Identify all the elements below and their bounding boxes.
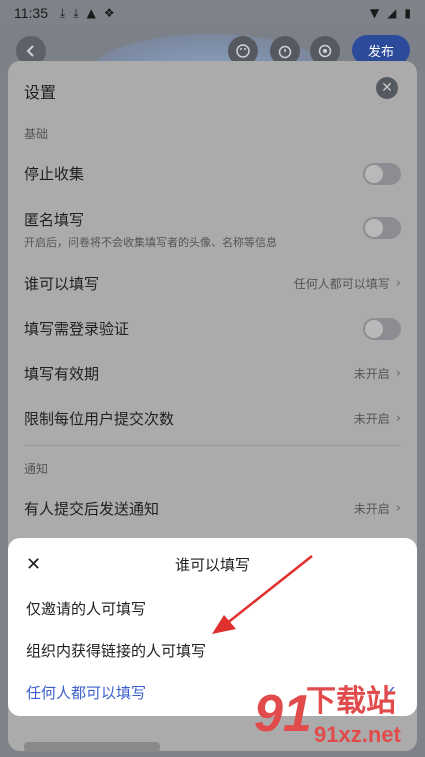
gear-icon: [318, 44, 332, 58]
option-anyone[interactable]: 任何人都可以填写: [26, 682, 146, 703]
row-stop-collect: 停止收集: [24, 163, 401, 187]
notify-submit-value: 未开启: [353, 502, 390, 516]
row-anonymous: 匿名填写 开启后，问卷将不会收集填写者的头像、名称等信息: [24, 209, 401, 249]
anonymous-description: 开启后，问卷将不会收集填写者的头像、名称等信息: [24, 236, 277, 249]
status-left-icons: ⤓ ⤓ ▲ ❖: [60, 7, 115, 19]
palette-icon: [236, 44, 250, 58]
limit-submit-label: 限制每位用户提交次数: [24, 410, 175, 428]
chevron-right-icon: ›: [395, 411, 401, 426]
row-login-required: 填写需登录验证: [24, 318, 401, 340]
drive-icon: ▲: [86, 6, 96, 20]
chevron-right-icon: ›: [395, 366, 401, 381]
anonymous-toggle[interactable]: [363, 217, 401, 239]
watermark-url: 91xz.net: [314, 722, 401, 747]
login-required-toggle[interactable]: [363, 318, 401, 340]
status-right-icons: ▼ ◢ ▮: [370, 7, 411, 19]
notify-submit-value-group: 未开启 ›: [354, 500, 401, 517]
limit-submit-value-group: 未开启 ›: [354, 410, 401, 427]
site-watermark: 91 下载站 91xz.net: [254, 676, 425, 757]
watermark-logo: 91: [254, 685, 312, 743]
bird-icon: ❖: [103, 6, 115, 20]
settings-close-button[interactable]: ✕: [376, 77, 398, 99]
close-icon: ✕: [381, 80, 393, 96]
validity-value: 未开启: [353, 367, 390, 381]
wifi-icon: ▼: [369, 6, 380, 20]
section-basic-label: 基础: [24, 127, 49, 141]
timer-icon: [278, 45, 292, 59]
stop-collect-label: 停止收集: [24, 165, 85, 183]
row-who-can-fill[interactable]: 谁可以填写 任何人都可以填写 ›: [24, 273, 401, 295]
chevron-right-icon: ›: [395, 276, 401, 291]
signal-icon: ◢: [387, 6, 397, 20]
battery-icon: ▮: [404, 6, 411, 20]
section-divider: [24, 445, 401, 446]
who-can-fill-value: 任何人都可以填写: [293, 277, 390, 291]
download-icon: ⤓: [60, 6, 66, 20]
limit-submit-value: 未开启: [353, 412, 390, 426]
who-can-fill-label: 谁可以填写: [24, 275, 100, 293]
chevron-right-icon: ›: [395, 501, 401, 516]
download-icon: ⤓: [73, 6, 79, 20]
validity-label: 填写有效期: [24, 365, 100, 383]
validity-value-group: 未开启 ›: [354, 365, 401, 382]
bottom-bar-remnant: [24, 742, 160, 752]
popup-title: 谁可以填写: [174, 556, 250, 574]
status-bar: 11:35 ⤓ ⤓ ▲ ❖ ▼ ◢ ▮: [0, 0, 425, 26]
row-notify-submit[interactable]: 有人提交后发送通知 未开启 ›: [24, 498, 401, 520]
settings-title: 设置: [24, 83, 57, 102]
login-required-label: 填写需登录验证: [24, 320, 130, 338]
option-invited-only[interactable]: 仅邀请的人可填写: [26, 598, 146, 619]
row-limit-submit[interactable]: 限制每位用户提交次数 未开启 ›: [24, 408, 401, 430]
anonymous-label: 匿名填写: [24, 211, 85, 229]
chevron-left-icon: [26, 45, 34, 57]
stop-collect-toggle[interactable]: [363, 163, 401, 185]
option-org-link[interactable]: 组织内获得链接的人可填写: [26, 640, 206, 661]
notify-submit-label: 有人提交后发送通知: [24, 500, 160, 518]
who-can-fill-value-group: 任何人都可以填写 ›: [294, 275, 401, 292]
section-notify-label: 通知: [24, 462, 49, 476]
status-time: 11:35: [14, 5, 48, 21]
row-validity[interactable]: 填写有效期 未开启 ›: [24, 363, 401, 385]
watermark-text: 下载站: [306, 685, 396, 718]
